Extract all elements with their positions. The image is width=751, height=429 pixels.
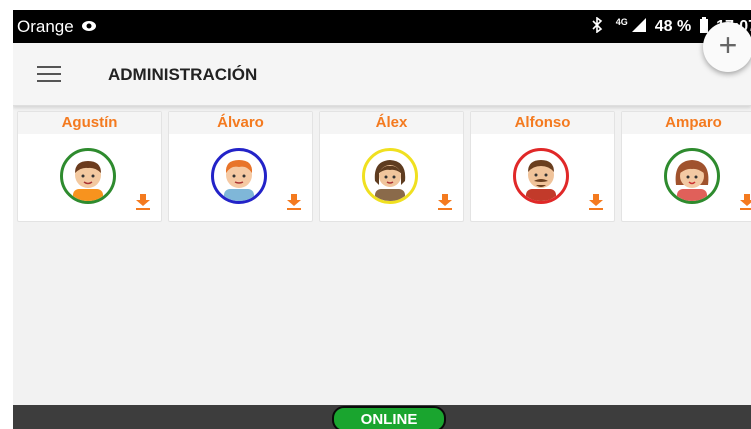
user-card-alvaro[interactable]: Álvaro (168, 111, 313, 222)
battery-level: 48 % (654, 18, 692, 35)
boy-avatar-icon (60, 148, 116, 204)
app-screen: Orange 4G 48 % 17:07 ADMINISTRACIÓN + (13, 10, 751, 429)
signal-icon (632, 18, 647, 32)
status-bar: Orange 4G 48 % 17:07 (13, 10, 751, 43)
user-card-amparo[interactable]: Amparo (621, 111, 751, 222)
app-toolbar: ADMINISTRACIÓN (13, 43, 751, 106)
user-name: Agustín (18, 112, 161, 134)
carrier-cloud-icon (82, 21, 96, 31)
brown-hair-avatar-icon (362, 148, 418, 204)
user-name: Alfonso (471, 112, 614, 134)
carrier-name: Orange (17, 17, 74, 36)
download-icon[interactable] (589, 194, 603, 210)
page-title: ADMINISTRACIÓN (108, 65, 258, 84)
user-card-agustin[interactable]: Agustín (17, 111, 162, 222)
bluetooth-icon (592, 16, 603, 34)
add-user-button[interactable]: + (703, 22, 751, 72)
hamburger-menu-icon[interactable] (37, 66, 61, 82)
download-icon[interactable] (287, 194, 301, 210)
download-icon[interactable] (740, 194, 751, 210)
network-type: 4G (615, 17, 628, 27)
online-status-badge: ONLINE (332, 406, 446, 429)
red-hair-boy-avatar-icon (211, 148, 267, 204)
user-card-alex[interactable]: Álex (319, 111, 464, 222)
user-name: Amparo (622, 112, 751, 134)
user-card-list: Agustín Álvaro Álex Alfonso Amparo (17, 111, 751, 223)
bottom-status-bar: ONLINE (13, 405, 751, 429)
user-name: Álvaro (169, 112, 312, 134)
woman-avatar-icon (664, 148, 720, 204)
user-card-alfonso[interactable]: Alfonso (470, 111, 615, 222)
mustache-man-avatar-icon (513, 148, 569, 204)
battery-icon (699, 17, 708, 33)
download-icon[interactable] (136, 194, 150, 210)
download-icon[interactable] (438, 194, 452, 210)
user-name: Álex (320, 112, 463, 134)
